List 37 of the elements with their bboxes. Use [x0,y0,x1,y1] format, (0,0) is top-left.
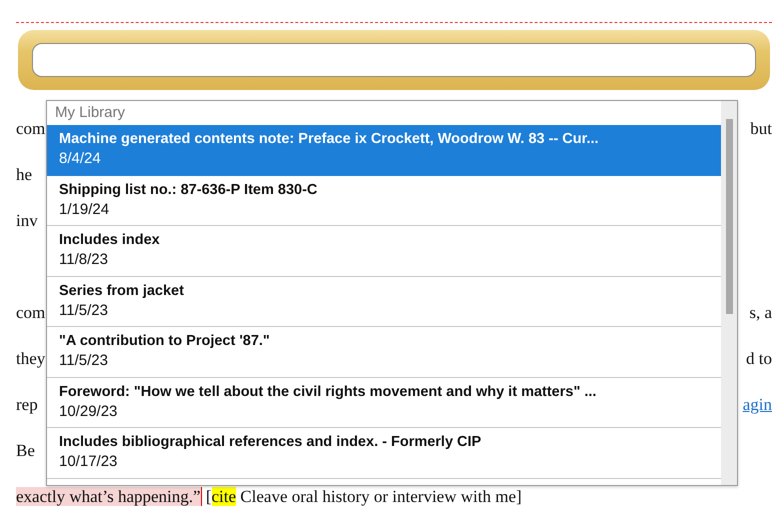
paragraph-text: rep [16,394,38,416]
library-item[interactable]: Foreword: "How we tell about the civil rights movement and why it matters" ... 10/29/23 [47,378,721,428]
item-title: Machine generated contents note: Preface ix Crockett, Woodrow W. 83 -- Cur... [59,130,600,149]
paragraph-text: they [16,348,46,370]
paragraph-text: Be [16,440,35,462]
item-title: Series from jacket [59,282,185,300]
library-item[interactable]: Includes bibliographical references and index. - Formerly CIP 10/17/23 [47,428,721,478]
paragraph-text: he [16,164,32,186]
paragraph-text: d to [746,348,772,370]
item-title: Includes index [59,231,161,250]
item-date: 1/19/24 [59,200,110,220]
item-title: Includes bibliographical references and index. - Formerly CIP [59,433,482,452]
library-item[interactable]: Series from jacket 11/5/23 [47,276,721,327]
text-link[interactable]: agin [742,382,772,428]
item-date: 10/17/23 [59,452,118,472]
item-date: 11/5/23 [59,351,109,371]
library-item[interactable]: Shipping list no.: 87-636-P Item 830-C 1/19/24 [47,176,721,226]
library-item[interactable]: "A contribution to Project '87." 11/5/23 [47,327,721,378]
section-header: My Library [54,103,126,123]
paragraph-text: com [16,118,46,140]
item-title: "A contribution to Project '87." [59,332,271,351]
paragraph-text: s, a [749,302,772,324]
paragraph-text: but [750,118,772,140]
item-title: Shipping list no.: 87-636-P Item 830-C [59,180,318,200]
search-field[interactable] [32,43,756,77]
paragraph-text: inv [16,210,38,232]
library-item[interactable]: Machine generated contents note: Preface ix Crockett, Woodrow W. 83 -- Cur... 8/4/24 [47,125,721,176]
item-date: 11/8/23 [59,250,109,270]
scrollbar[interactable] [721,101,737,485]
item-date: 8/4/24 [59,149,102,169]
item-title: Foreword: "How we tell about the civil rights movement and why it matters" ... [59,382,598,402]
library-item[interactable]: Includes index 11/8/23 [47,226,721,276]
item-date: 10/29/23 [59,402,118,422]
item-date: 11/5/23 [59,300,109,320]
scrollbar-thumb[interactable] [726,119,732,314]
paragraph-text: com [16,302,46,324]
paragraph-text: exactly what’s happening.” [cite Cleave oral history or interview with me] [16,487,522,506]
